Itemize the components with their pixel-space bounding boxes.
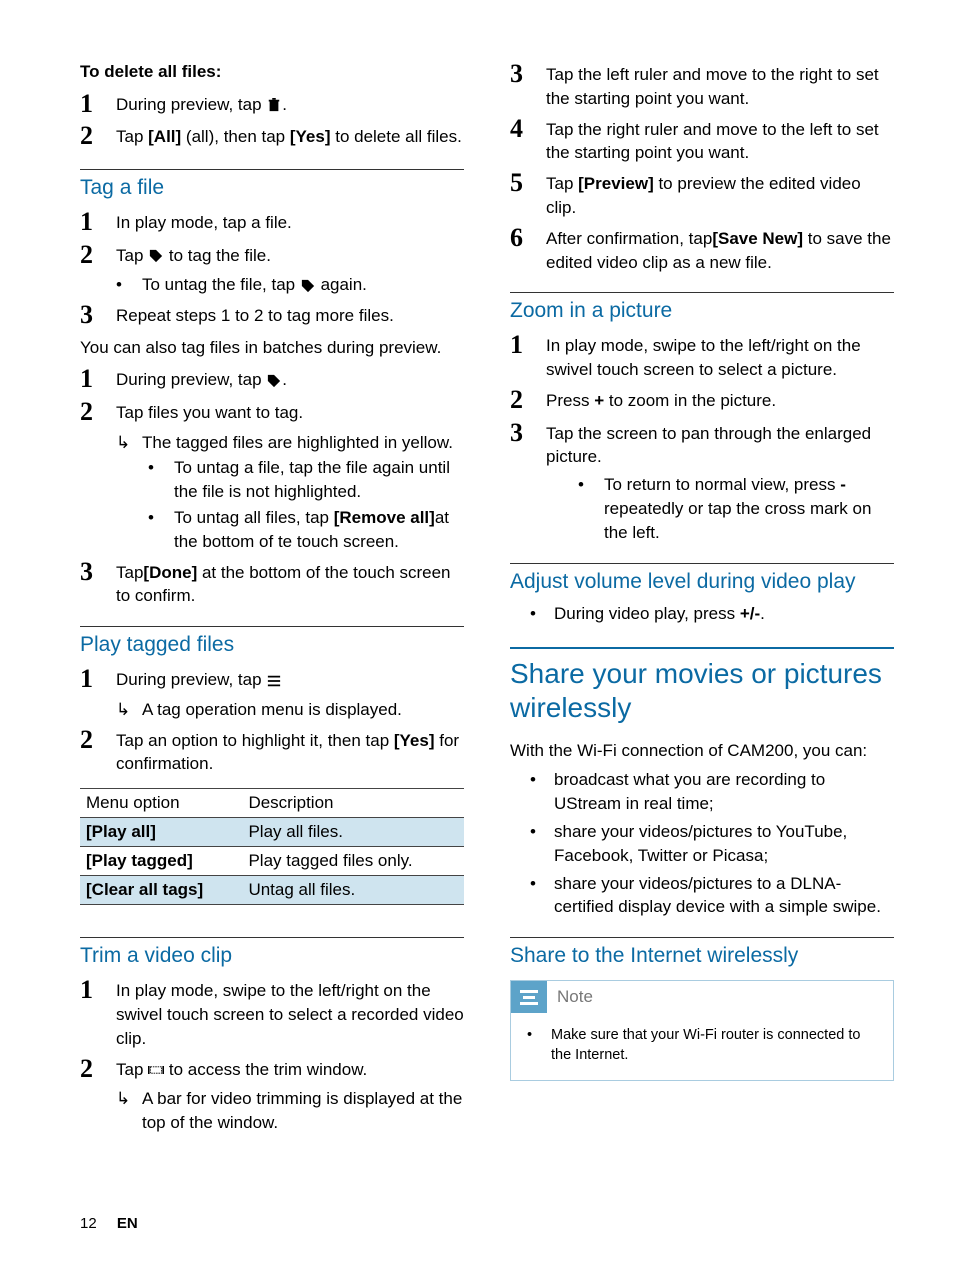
- tag-untag-bullet: •To untag the file, tap again.: [116, 273, 464, 297]
- page-footer: 12 EN: [80, 1215, 138, 1232]
- delete-heading: To delete all files:: [80, 62, 221, 81]
- share-intro: With the Wi-Fi connection of CAM200, you…: [510, 739, 894, 763]
- trim-step-2-result: ↳A bar for video trimming is displayed a…: [116, 1087, 464, 1135]
- note-bullet: •Make sure that your Wi-Fi router is con…: [527, 1025, 881, 1066]
- note-icon: [511, 981, 547, 1013]
- tag-batch-step-2: 2Tap files you want to tag.: [80, 398, 464, 427]
- heading-tag-file: Tag a file: [80, 169, 464, 200]
- zoom-step-2: 2 Press + to zoom in the picture.: [510, 386, 894, 415]
- volume-bullet: •During video play, press +/-.: [530, 602, 894, 626]
- heading-zoom: Zoom in a picture: [510, 292, 894, 323]
- tag-icon: [148, 249, 164, 263]
- zoom-step-1: 1In play mode, swipe to the left/right o…: [510, 331, 894, 382]
- table-row: [Play all]Play all files.: [80, 818, 464, 847]
- note-box: Note •Make sure that your Wi-Fi router i…: [510, 980, 894, 1081]
- trim-step-2: 2 Tap to access the trim window.: [80, 1055, 464, 1084]
- share-bullet-3: •share your videos/pictures to a DLNA-ce…: [530, 872, 894, 920]
- heading-share: Share your movies or pictures wirelessly: [510, 647, 894, 724]
- heading-play-tagged: Play tagged files: [80, 626, 464, 657]
- heading-trim: Trim a video clip: [80, 937, 464, 968]
- table-row: [Play tagged]Play tagged files only.: [80, 847, 464, 876]
- menu-options-table: Menu optionDescription [Play all]Play al…: [80, 788, 464, 905]
- trim-step-5: 5 Tap [Preview] to preview the edited vi…: [510, 169, 894, 220]
- tag-batch-untag2: •To untag all files, tap [Remove all]at …: [148, 506, 464, 554]
- tag-batch-step-3: 3 Tap[Done] at the bottom of the touch s…: [80, 558, 464, 609]
- page-number: 12: [80, 1215, 97, 1232]
- note-title: Note: [557, 987, 593, 1007]
- trim-icon: [148, 1063, 164, 1077]
- share-bullet-2: •share your videos/pictures to YouTube, …: [530, 820, 894, 868]
- tag-step-3: 3Repeat steps 1 to 2 to tag more files.: [80, 301, 464, 330]
- heading-volume: Adjust volume level during video play: [510, 563, 894, 594]
- delete-step-2: 2 Tap [All] (all), then tap [Yes] to del…: [80, 122, 464, 151]
- table-row: [Clear all tags]Untag all files.: [80, 876, 464, 905]
- tag-batch-result: ↳The tagged files are highlighted in yel…: [116, 431, 464, 455]
- heading-share-internet: Share to the Internet wirelessly: [510, 937, 894, 968]
- page-language: EN: [117, 1215, 138, 1232]
- trim-step-3: 3Tap the left ruler and move to the righ…: [510, 60, 894, 111]
- play-step-1-result: ↳A tag operation menu is displayed.: [116, 698, 464, 722]
- tag-icon: [266, 374, 282, 388]
- menu-icon: [266, 674, 282, 688]
- tag-icon: [300, 279, 316, 293]
- tag-batch-untag1: •To untag a file, tap the file again unt…: [148, 456, 464, 504]
- zoom-step-3: 3Tap the screen to pan through the enlar…: [510, 419, 894, 470]
- trim-step-4: 4Tap the right ruler and move to the lef…: [510, 115, 894, 166]
- delete-step-1: 1 During preview, tap .: [80, 90, 464, 119]
- play-step-1: 1 During preview, tap: [80, 665, 464, 694]
- share-bullet-1: •broadcast what you are recording to USt…: [530, 768, 894, 816]
- tag-batch-note: You can also tag files in batches during…: [80, 336, 464, 360]
- trash-icon: [266, 98, 282, 112]
- tag-step-2: 2 Tap to tag the file.: [80, 241, 464, 270]
- play-step-2: 2 Tap an option to highlight it, then ta…: [80, 726, 464, 777]
- zoom-return-bullet: •To return to normal view, press - repea…: [578, 473, 894, 544]
- trim-step-6: 6 After confirmation, tap[Save New] to s…: [510, 224, 894, 275]
- tag-batch-step-1: 1 During preview, tap .: [80, 365, 464, 394]
- trim-step-1: 1In play mode, swipe to the left/right o…: [80, 976, 464, 1050]
- tag-step-1: 1In play mode, tap a file.: [80, 208, 464, 237]
